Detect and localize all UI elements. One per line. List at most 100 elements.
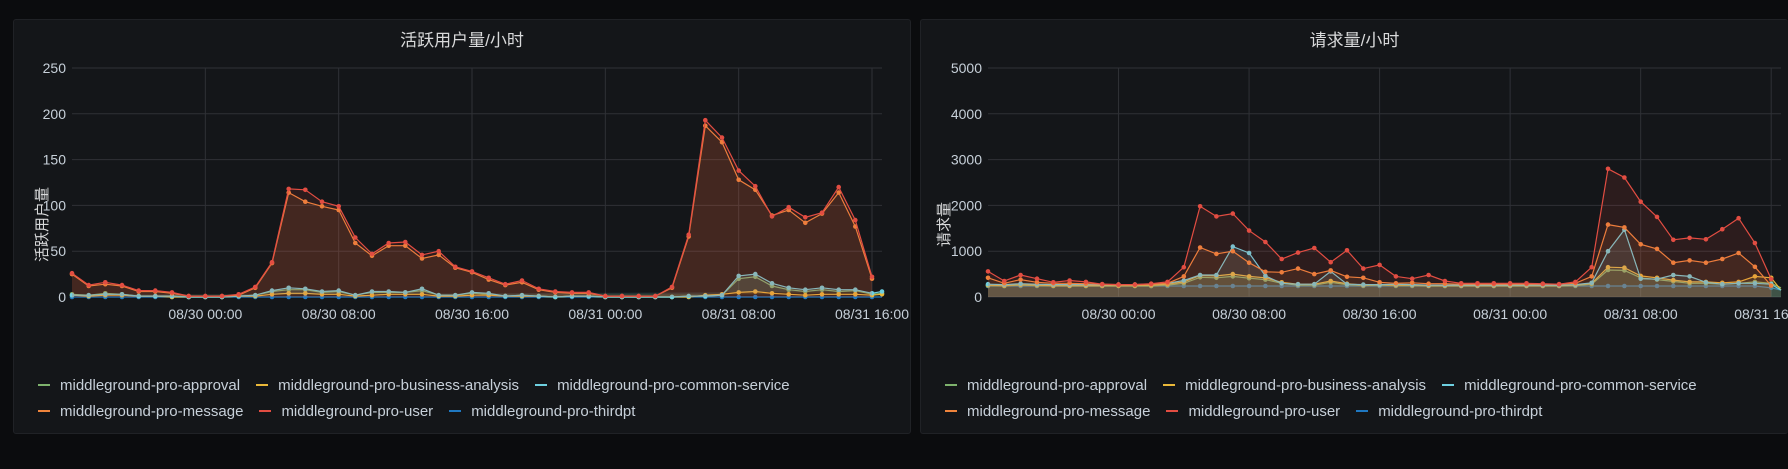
legend-swatch	[256, 384, 269, 386]
y-tick-label: 150	[43, 152, 67, 168]
data-point	[469, 269, 475, 274]
data-point	[1246, 228, 1252, 233]
data-point	[1491, 281, 1497, 286]
y-tick-label: 0	[58, 289, 66, 305]
data-point	[353, 235, 358, 240]
data-point	[1573, 279, 1578, 285]
data-point	[1181, 264, 1187, 270]
legend-item[interactable]: middleground-pro-business-analysis	[1163, 377, 1426, 394]
data-point	[1393, 274, 1399, 279]
data-point	[786, 204, 791, 210]
data-point	[169, 290, 175, 295]
data-point	[1703, 237, 1709, 242]
data-point	[536, 286, 541, 292]
data-point	[386, 240, 392, 246]
legend-item[interactable]: middleground-pro-approval	[38, 377, 240, 394]
y-tick-label: 0	[974, 289, 982, 305]
data-point	[686, 232, 691, 237]
data-point	[136, 288, 141, 293]
data-point	[1132, 282, 1138, 287]
y-tick-label: 250	[43, 60, 67, 76]
legend-row: middleground-pro-approval middleground-pr…	[945, 372, 1788, 398]
legend-label: middleground-pro-user	[281, 402, 434, 420]
legend-item[interactable]: middleground-pro-approval	[945, 377, 1147, 394]
legend-label: middleground-pro-message	[967, 402, 1151, 420]
data-point	[569, 290, 575, 295]
legend-item[interactable]: middleground-pro-user	[259, 403, 433, 420]
data-point	[1687, 235, 1692, 241]
data-point	[1051, 280, 1056, 285]
data-point	[836, 184, 841, 190]
data-point	[1361, 266, 1366, 271]
legend-item[interactable]: middleground-pro-user	[1166, 403, 1340, 420]
data-point	[369, 251, 375, 257]
data-point	[319, 199, 325, 204]
data-point	[153, 288, 158, 293]
x-tick-label: 08/30 16:00	[435, 306, 509, 322]
data-point	[236, 292, 241, 297]
legend-item[interactable]: middleground-pro-message	[38, 403, 243, 420]
data-point	[1524, 281, 1529, 286]
data-point	[1654, 214, 1660, 220]
x-tick-label: 08/30 00:00	[1082, 306, 1156, 322]
legend-swatch	[449, 410, 462, 412]
legend-label: middleground-pro-business-analysis	[278, 376, 520, 394]
data-point	[1556, 281, 1562, 287]
requests-chart: 0 1000 2000 3000 4000 5000 08/30 00:00 08/30 08…	[951, 60, 1788, 322]
legend-label: middleground-pro-common-service	[557, 376, 790, 394]
legend-label: middleground-pro-thirdpt	[471, 402, 636, 420]
data-point	[436, 248, 442, 254]
data-point	[753, 183, 758, 189]
legend-item[interactable]: middleground-pro-common-service	[1442, 377, 1697, 394]
data-point	[453, 264, 458, 270]
y-tick-label: 4000	[951, 106, 982, 122]
data-point	[1605, 166, 1611, 172]
legend-swatch	[945, 410, 957, 412]
y-tick-label: 50	[50, 243, 66, 259]
data-point	[303, 187, 308, 193]
data-point	[1344, 248, 1350, 253]
y-tick-label: 2000	[951, 197, 982, 213]
data-point	[203, 293, 208, 299]
legend-label: middleground-pro-user	[1188, 402, 1341, 420]
legend-label: middleground-pro-common-service	[1464, 376, 1697, 394]
data-point	[1002, 278, 1007, 284]
data-point	[1083, 279, 1089, 285]
data-point	[1475, 281, 1480, 286]
legend-swatch	[1163, 384, 1176, 386]
data-point	[1116, 282, 1121, 287]
data-point	[186, 293, 191, 299]
y-axis-label: 活跃用户量	[34, 186, 52, 263]
data-point	[1018, 272, 1023, 278]
data-point	[1442, 278, 1448, 284]
data-point	[1752, 240, 1758, 246]
data-point	[86, 282, 91, 288]
data-point	[1671, 237, 1676, 243]
data-point	[1197, 204, 1203, 209]
legend-label: middleground-pro-business-analysis	[1185, 376, 1427, 394]
data-point	[219, 293, 225, 299]
legend-item[interactable]: middleground-pro-thirdpt	[1356, 403, 1542, 420]
data-point	[519, 278, 525, 283]
y-tick-label: 200	[43, 106, 67, 122]
x-tick-label: 08/31 16:00	[1734, 306, 1788, 322]
x-tick-label: 08/30 08:00	[302, 306, 376, 322]
data-point	[1165, 279, 1170, 285]
legend-item[interactable]: middleground-pro-business-analysis	[256, 377, 519, 394]
data-point	[1540, 281, 1546, 287]
data-point	[1768, 276, 1774, 282]
data-point	[619, 293, 625, 299]
x-tick-label: 08/30 00:00	[168, 306, 242, 322]
y-axis-label: 请求量	[936, 201, 954, 248]
data-point	[719, 135, 725, 140]
data-point	[286, 186, 292, 192]
data-point	[419, 252, 425, 258]
chart-legend: middleground-pro-approval middleground-pr…	[945, 372, 1788, 424]
data-point	[1034, 276, 1040, 282]
legend-item[interactable]: middleground-pro-thirdpt	[449, 403, 635, 420]
legend-item[interactable]: middleground-pro-message	[945, 403, 1150, 420]
legend-item[interactable]: middleground-pro-common-service	[535, 377, 790, 394]
data-point	[1312, 245, 1317, 251]
x-tick-label: 08/31 08:00	[702, 306, 776, 322]
legend-row: middleground-pro-message middleground-pro…	[945, 398, 1788, 424]
